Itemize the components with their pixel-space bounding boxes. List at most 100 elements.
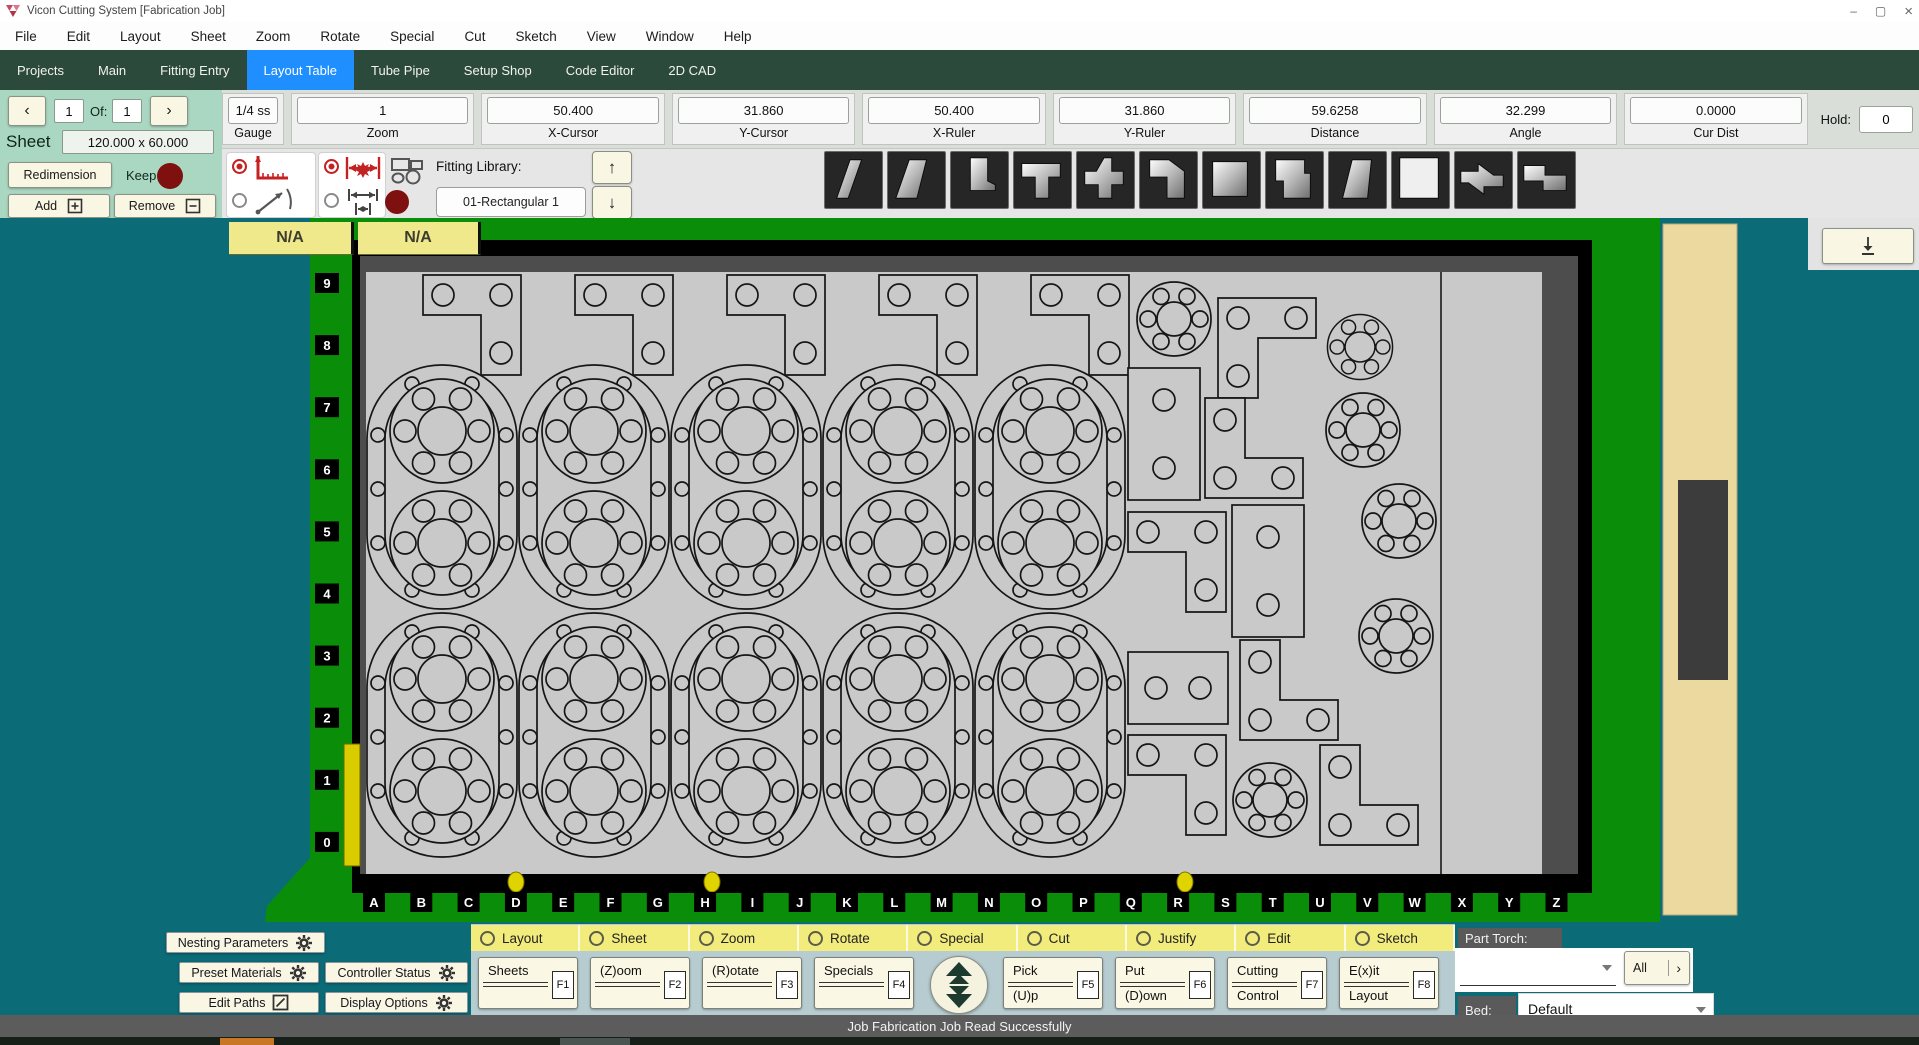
tab-fitting-entry[interactable]: Fitting Entry (143, 50, 246, 90)
mode-cut[interactable]: Cut (1018, 925, 1127, 951)
fitting-library-select[interactable]: 01-Rectangular 1 (436, 187, 586, 217)
menu-item-window[interactable]: Window (631, 29, 709, 44)
part-oval-manifold[interactable] (519, 613, 669, 857)
fkey-pick-u-p[interactable]: Pick(U)pF5 (1003, 957, 1103, 1009)
tab-projects[interactable]: Projects (0, 50, 81, 90)
minimize-button[interactable]: – (1850, 4, 1857, 18)
mode-sheet[interactable]: Sheet (580, 925, 689, 951)
fitting-icon-offset-transition[interactable] (1139, 151, 1198, 209)
mode-radio-icon[interactable] (1355, 931, 1370, 946)
part-oval-manifold[interactable] (367, 613, 517, 857)
ruler-mode-radio[interactable] (232, 159, 247, 174)
controller-status-button[interactable]: Controller Status (325, 962, 468, 983)
fitting-scroll-down-button[interactable]: ↓ (592, 186, 632, 219)
prev-sheet-button[interactable]: ‹ (8, 96, 46, 126)
fitting-icon-tee[interactable] (1013, 151, 1072, 209)
mode-radio-icon[interactable] (1136, 931, 1151, 946)
sheet-total-field[interactable]: 1 (112, 99, 142, 123)
part-flange[interactable] (1362, 484, 1436, 558)
fitting-scroll-up-button[interactable]: ↑ (592, 151, 632, 184)
fkey-cutting-control[interactable]: CuttingControlF7 (1227, 957, 1327, 1009)
menu-item-layout[interactable]: Layout (105, 29, 176, 44)
fitting-icon-cross[interactable] (1076, 151, 1135, 209)
mode-radio-icon[interactable] (699, 931, 714, 946)
part-oval-manifold[interactable] (671, 613, 821, 857)
part-flange[interactable] (1137, 282, 1211, 356)
fitting-icon-s-offset[interactable] (1454, 151, 1513, 209)
fkey-put-d-own[interactable]: Put(D)ownF6 (1115, 957, 1215, 1009)
dual-dimension-radio[interactable] (324, 193, 339, 208)
next-sheet-button[interactable]: › (150, 96, 188, 126)
tab-layout-table[interactable]: Layout Table (247, 50, 355, 90)
mode-justify[interactable]: Justify (1127, 925, 1236, 951)
part-oval-manifold[interactable] (671, 365, 821, 609)
fitting-icon-square-elbow[interactable] (1265, 151, 1324, 209)
mode-edit[interactable]: Edit (1236, 925, 1345, 951)
tab-setup-shop[interactable]: Setup Shop (447, 50, 549, 90)
preset-materials-button[interactable]: Preset Materials (179, 962, 319, 983)
edit-paths-button[interactable]: Edit Paths (179, 992, 319, 1013)
menu-item-cut[interactable]: Cut (449, 29, 500, 44)
part-flange[interactable] (1326, 393, 1400, 467)
sheet-current-field[interactable]: 1 (54, 99, 84, 123)
fkey-r-otate[interactable]: (R)otateF3 (702, 957, 802, 1009)
fitting-icon-taper[interactable] (1328, 151, 1387, 209)
part-oval-manifold[interactable] (823, 365, 973, 609)
mode-radio-icon[interactable] (1245, 931, 1260, 946)
mode-radio-icon[interactable] (480, 931, 495, 946)
fitting-icon-duct-branch[interactable] (950, 151, 1009, 209)
menu-item-help[interactable]: Help (709, 29, 767, 44)
maximize-button[interactable]: ▢ (1875, 4, 1886, 18)
tab-tube-pipe[interactable]: Tube Pipe (354, 50, 447, 90)
menu-item-special[interactable]: Special (375, 29, 449, 44)
fkey-e-x-it-layout[interactable]: E(x)itLayoutF8 (1339, 957, 1439, 1009)
mode-sketch[interactable]: Sketch (1346, 925, 1455, 951)
dimension-mode-radio[interactable] (324, 159, 339, 174)
torch-all-button[interactable]: All› (1624, 951, 1690, 985)
tab-2d-cad[interactable]: 2D CAD (651, 50, 733, 90)
fkey-sheets[interactable]: SheetsF1 (478, 957, 578, 1009)
menu-item-edit[interactable]: Edit (52, 29, 105, 44)
part-oval-manifold[interactable] (367, 365, 517, 609)
layout-table-canvas[interactable]: 9876543210 ABCDEFGHIJKLMNOPQRSTUVWXYZ (0, 218, 1919, 937)
part-oval-manifold[interactable] (975, 613, 1125, 857)
traverse-control-button[interactable] (930, 956, 988, 1014)
part-flange[interactable] (1233, 763, 1307, 837)
mode-special[interactable]: Special (908, 925, 1017, 951)
part-plate[interactable] (1128, 368, 1200, 500)
dock-down-button[interactable] (1822, 228, 1914, 264)
fkey-specials[interactable]: SpecialsF4 (814, 957, 914, 1009)
tab-main[interactable]: Main (81, 50, 143, 90)
hold-value-field[interactable]: 0 (1859, 106, 1913, 133)
menu-item-file[interactable]: File (0, 29, 52, 44)
mode-radio-icon[interactable] (589, 931, 604, 946)
fitting-icon-straight-duct[interactable] (1202, 151, 1261, 209)
menu-item-zoom[interactable]: Zoom (241, 29, 306, 44)
fitting-icon-elbow-90[interactable] (824, 151, 883, 209)
mode-radio-icon[interactable] (808, 931, 823, 946)
fitting-icon-elbow-45[interactable] (887, 151, 946, 209)
part-plate[interactable] (1232, 505, 1304, 637)
part-torch-select[interactable] (1460, 953, 1616, 986)
mode-radio-icon[interactable] (917, 931, 932, 946)
part-oval-manifold[interactable] (519, 365, 669, 609)
part-oval-manifold[interactable] (823, 613, 973, 857)
protractor-mode-radio[interactable] (232, 193, 247, 208)
add-sheet-button[interactable]: Add (8, 194, 110, 218)
close-button[interactable]: × (1904, 3, 1913, 20)
display-options-button[interactable]: Display Options (325, 992, 468, 1013)
nesting-parameters-button[interactable]: Nesting Parameters (166, 932, 325, 953)
fitting-icon-blank-sheet[interactable] (1391, 151, 1450, 209)
sheet-size-field[interactable]: 120.000 x 60.000 (62, 130, 214, 154)
remove-sheet-button[interactable]: Remove (114, 194, 216, 218)
mode-zoom[interactable]: Zoom (690, 925, 799, 951)
fkey-z-oom[interactable]: (Z)oomF2 (590, 957, 690, 1009)
part-flange[interactable] (1327, 314, 1392, 379)
menu-item-rotate[interactable]: Rotate (305, 29, 375, 44)
menu-item-sheet[interactable]: Sheet (176, 29, 241, 44)
mode-layout[interactable]: Layout (471, 925, 580, 951)
menu-item-sketch[interactable]: Sketch (500, 29, 571, 44)
mode-radio-icon[interactable] (1027, 931, 1042, 946)
tab-code-editor[interactable]: Code Editor (549, 50, 652, 90)
part-plate[interactable] (1128, 652, 1228, 724)
